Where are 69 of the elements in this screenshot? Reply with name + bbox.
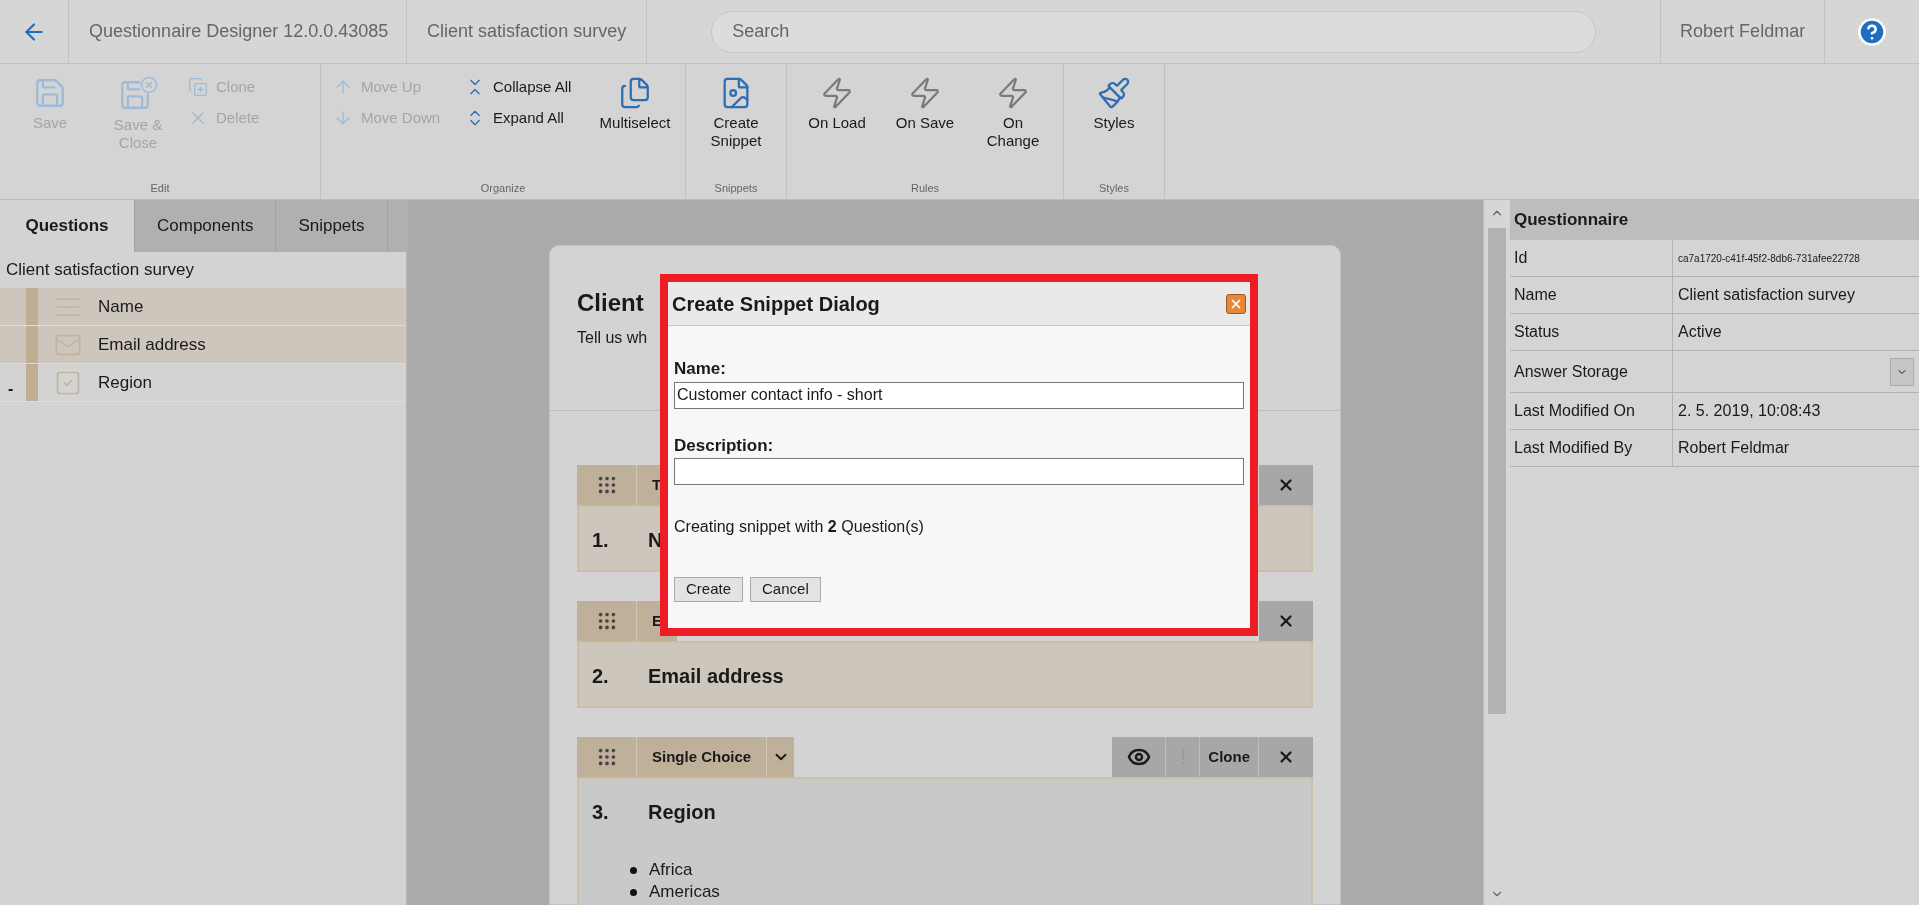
dialog-button[interactable]: Create	[674, 577, 744, 602]
tree-marker: -	[7, 379, 15, 399]
question-number: 1.	[592, 528, 610, 553]
ribbon-button[interactable]: On Save	[887, 72, 963, 132]
name-field[interactable]: Customer contact info - short	[674, 381, 1244, 409]
answer-option: Americas	[649, 881, 720, 903]
ribbon-button[interactable]: Create Snippet	[698, 72, 774, 150]
dialog-title: Create Snippet Dialog	[672, 291, 880, 317]
ribbon-group-label: Organize	[479, 180, 527, 196]
bullet-icon	[630, 866, 637, 874]
field-label: Name:	[674, 358, 727, 380]
close-icon	[1277, 476, 1295, 494]
copy-plus-icon	[188, 77, 208, 98]
summary-text: Creating snippet with 2 Question(s)	[674, 517, 925, 537]
property-label: Answer Storage	[1514, 361, 1628, 382]
field-label: Description:	[674, 434, 775, 457]
question-body[interactable]: 2. Email address	[577, 641, 1313, 708]
property-label: Last Modified By	[1514, 438, 1633, 458]
ribbon-button[interactable]: On Load	[799, 72, 875, 132]
ribbon-button[interactable]: Collapse All	[465, 76, 585, 99]
ribbon-button[interactable]: Expand All	[465, 106, 585, 129]
survey-title: Client	[577, 288, 644, 318]
property-label: Last Modified On	[1514, 401, 1635, 421]
property-value: 2. 5. 2019, 10:08:43	[1678, 401, 1821, 421]
ribbon-group-label: Rules	[909, 180, 941, 196]
question-number: 2.	[592, 664, 610, 689]
ribbon-group-label: Styles	[1098, 180, 1130, 196]
ribbon-button[interactable]: On Change	[975, 72, 1051, 150]
question-title: Email address	[648, 664, 784, 689]
ribbon-group-label: Snippets	[713, 180, 759, 196]
question-body[interactable]: 3. Region Africa Americas	[577, 777, 1313, 905]
brush-icon	[1097, 76, 1131, 110]
app-title: Questionnaire Designer 12.0.0.43085	[89, 20, 389, 43]
question-number: 3.	[592, 800, 610, 825]
close-icon	[1277, 612, 1295, 630]
lightning-icon	[996, 76, 1030, 110]
property-value: Robert Feldmar	[1678, 438, 1790, 458]
property-label: Name	[1514, 285, 1557, 305]
question-title: Region	[648, 800, 716, 825]
property-label: Status	[1514, 322, 1560, 342]
tree-item[interactable]: - Region	[0, 364, 406, 402]
help-icon	[1857, 16, 1888, 47]
documents-icon	[618, 76, 652, 110]
ribbon-button[interactable]: Styles	[1076, 72, 1152, 132]
ribbon-button[interactable]: Multiselect	[597, 72, 673, 132]
panel-tab[interactable]: Questions	[0, 200, 135, 252]
lightning-icon	[820, 76, 854, 110]
bullet-icon	[630, 888, 637, 896]
tree-item[interactable]: Email address	[0, 326, 406, 364]
document-title: Client satisfaction survey	[427, 20, 627, 43]
search-field[interactable]: Search	[711, 10, 1597, 53]
property-value: ca7a1720-c41f-45f2-8db6-731afee22728	[1678, 251, 1860, 266]
user-name[interactable]: Robert Feldmar	[1680, 18, 1806, 45]
close-button[interactable]	[1226, 293, 1246, 314]
property-value: Client satisfaction survey	[1678, 285, 1855, 305]
description-field[interactable]	[674, 458, 1244, 485]
lightning-icon	[908, 76, 942, 110]
dialog-button[interactable]: Cancel	[750, 577, 821, 602]
answer-option: Africa	[649, 859, 693, 881]
properties-title: Questionnaire	[1514, 209, 1629, 232]
question-type: Single Choice	[651, 746, 753, 767]
close-icon	[1277, 748, 1295, 766]
survey-description: Tell us wh	[577, 328, 648, 348]
ribbon-group-label: Edit	[149, 180, 171, 196]
floppy-disk-close-icon	[118, 76, 158, 112]
property-label: Id	[1514, 248, 1528, 268]
property-value: Active	[1678, 322, 1722, 342]
tree-root[interactable]: Client satisfaction survey	[6, 257, 195, 283]
tree-item[interactable]: Name	[0, 288, 406, 326]
